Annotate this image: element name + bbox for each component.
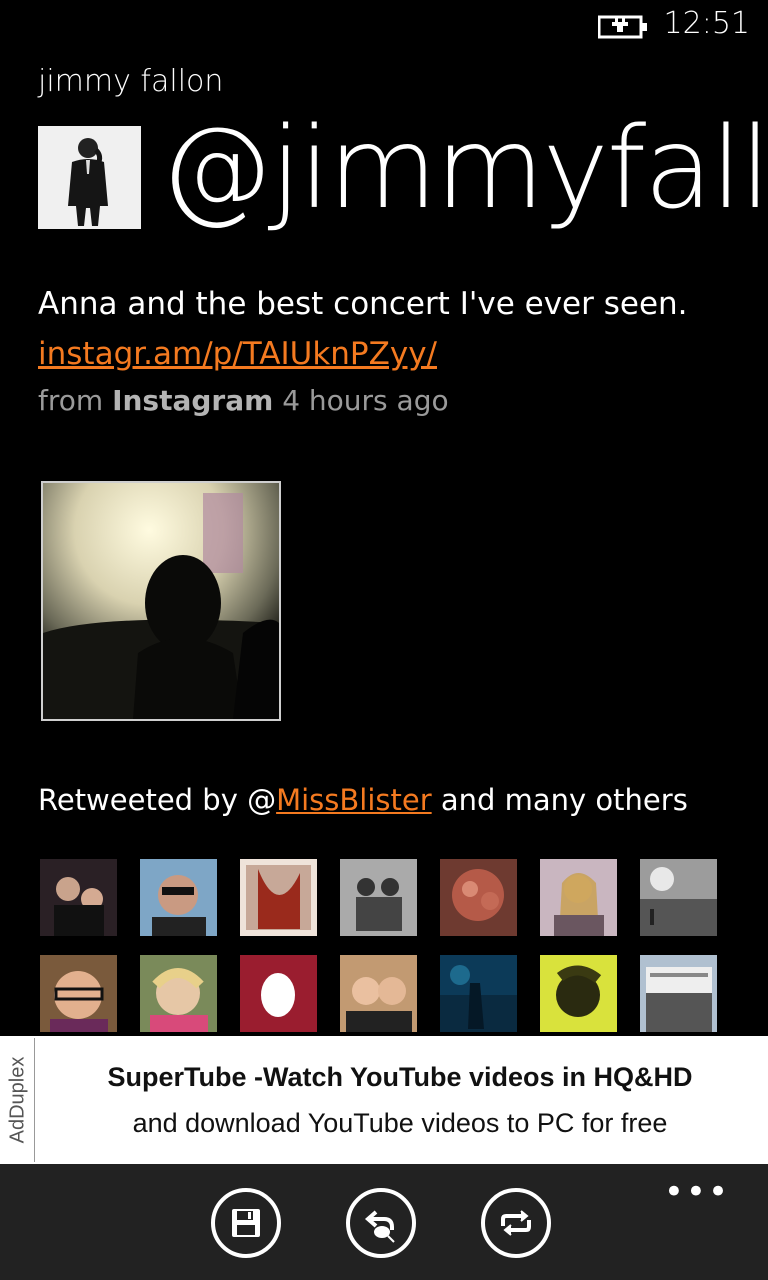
retweet-user-link[interactable]: MissBlister <box>276 783 432 817</box>
save-icon <box>232 1209 260 1237</box>
clock: 12:51 <box>663 6 750 41</box>
ad-network-tag: AdDuplex <box>2 1038 35 1162</box>
meta-source: Instagram <box>112 384 274 417</box>
tweet-photo[interactable] <box>41 481 281 721</box>
app-bar: ••• <box>0 1164 768 1280</box>
more-options-icon[interactable]: ••• <box>664 1172 730 1212</box>
ad-title: SuperTube -Watch YouTube videos in HQ&HD <box>107 1062 693 1092</box>
retweet-icon <box>501 1210 531 1236</box>
save-button[interactable] <box>211 1188 281 1258</box>
retweet-button[interactable] <box>481 1188 551 1258</box>
retweeter-avatar[interactable] <box>440 955 517 1032</box>
account-name: jimmy fallon <box>38 64 224 99</box>
profile-handle: @jimmyfallo <box>160 104 768 234</box>
battery-charging-icon <box>598 15 647 39</box>
tweet-meta: from Instagram 4 hours ago <box>38 384 449 417</box>
reply-icon <box>364 1210 395 1243</box>
tweet-link[interactable]: instagr.am/p/TAIUknPZyy/ <box>38 336 437 372</box>
retweeter-avatar[interactable] <box>40 955 117 1032</box>
retweeter-avatar-grid <box>40 859 730 1034</box>
status-bar: 12:51 <box>0 0 768 50</box>
ad-banner[interactable]: AdDuplex SuperTube -Watch YouTube videos… <box>0 1036 768 1164</box>
retweeter-avatar[interactable] <box>640 859 717 936</box>
tweet-text: Anna and the best concert I've ever seen… <box>38 286 688 322</box>
retweeter-avatar[interactable] <box>140 859 217 936</box>
retweeter-avatar[interactable] <box>340 955 417 1032</box>
retweeter-avatar[interactable] <box>540 955 617 1032</box>
retweet-prefix: Retweeted by @ <box>38 783 277 817</box>
meta-time: 4 hours ago <box>282 384 449 417</box>
reply-button[interactable] <box>346 1188 416 1258</box>
retweeter-avatar[interactable] <box>640 955 717 1032</box>
retweeter-avatar[interactable] <box>240 859 317 936</box>
profile-avatar[interactable] <box>38 126 141 229</box>
retweeter-avatar[interactable] <box>340 859 417 936</box>
ad-subtitle: and download YouTube videos to PC for fr… <box>132 1108 668 1138</box>
retweeter-avatar[interactable] <box>440 859 517 936</box>
ad-network-label: AdDuplex <box>6 1056 29 1144</box>
retweeter-avatar[interactable] <box>240 955 317 1032</box>
retweet-suffix: and many others <box>440 783 688 817</box>
retweeter-avatar[interactable] <box>140 955 217 1032</box>
tweet-detail-screen: 12:51 jimmy fallon @jimmyfallo Anna and … <box>0 0 768 1280</box>
retweeter-avatar[interactable] <box>40 859 117 936</box>
retweeter-avatar[interactable] <box>540 859 617 936</box>
meta-from: from <box>38 384 104 417</box>
retweeted-by-line: Retweeted by @MissBlister and many other… <box>38 783 688 817</box>
